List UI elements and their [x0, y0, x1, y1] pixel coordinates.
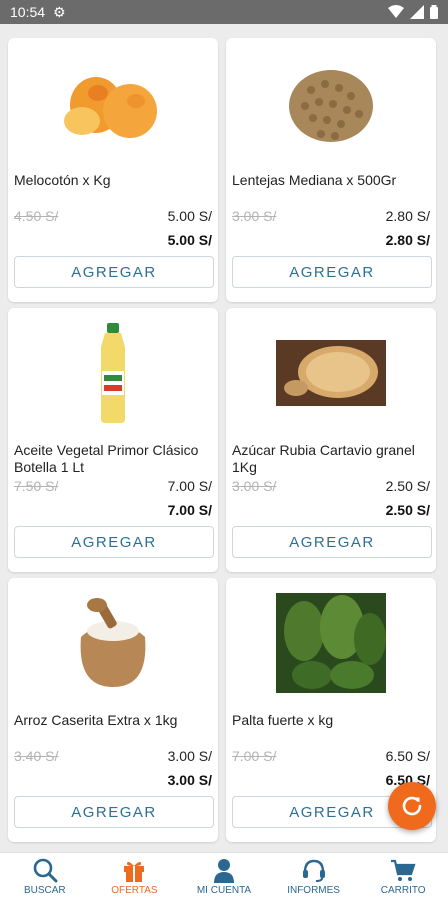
peach-image — [8, 44, 218, 162]
gear-icon: ⚙ — [53, 3, 66, 20]
battery-icon — [430, 5, 438, 19]
product-final-price: 2.80 S/ — [385, 232, 430, 248]
product-final-price: 7.00 S/ — [167, 502, 212, 518]
product-name: Azúcar Rubia Cartavio granel 1Kg — [232, 442, 415, 475]
product-name: Lentejas Mediana x 500Gr — [232, 172, 397, 188]
product-card: Arroz Caserita Extra x 1kg 3.40 S/ 3.00 … — [8, 578, 218, 842]
status-indicators — [388, 5, 438, 19]
nav-item-mi-cuenta[interactable]: MI CUENTA — [179, 853, 269, 900]
product-price: 6.50 S/ — [385, 748, 430, 764]
product-price: 2.80 S/ — [385, 208, 430, 224]
signal-icon — [410, 5, 424, 19]
refresh-button[interactable] — [388, 782, 436, 830]
add-to-cart-button[interactable]: AGREGAR — [14, 256, 214, 288]
product-final-price: 3.00 S/ — [167, 772, 212, 788]
avocado-image — [226, 584, 436, 702]
nav-item-carrito[interactable]: CARRITO — [358, 853, 448, 900]
headset-icon — [301, 857, 327, 883]
nav-label: INFORMES — [287, 885, 340, 896]
add-to-cart-button[interactable]: AGREGAR — [232, 256, 432, 288]
product-final-price: 2.50 S/ — [385, 502, 430, 518]
product-price: 7.00 S/ — [167, 478, 212, 494]
add-to-cart-button[interactable]: AGREGAR — [232, 526, 432, 558]
product-price: 2.50 S/ — [385, 478, 430, 494]
nav-item-buscar[interactable]: BUSCAR — [0, 853, 90, 900]
product-old-price: 3.00 S/ — [232, 208, 277, 224]
lentils-image — [226, 44, 436, 162]
product-old-price: 3.00 S/ — [232, 478, 277, 494]
product-final-price: 5.00 S/ — [167, 232, 212, 248]
product-old-price: 7.00 S/ — [232, 748, 277, 764]
product-old-price: 3.40 S/ — [14, 748, 59, 764]
product-name: Aceite Vegetal Primor Clásico Botella 1 … — [14, 442, 199, 475]
status-time: 10:54 — [10, 4, 46, 20]
product-name: Palta fuerte x kg — [232, 712, 334, 728]
nav-label: MI CUENTA — [196, 885, 252, 896]
nav-item-ofertas[interactable]: OFERTAS — [90, 853, 180, 900]
product-old-price: 4.50 S/ — [14, 208, 59, 224]
product-card: Azúcar Rubia Cartavio granel 1Kg 3.00 S/… — [226, 308, 436, 572]
rice-sack-image — [8, 584, 218, 702]
product-card: Aceite Vegetal Primor Clásico Botella 1 … — [8, 308, 218, 572]
cart-icon — [390, 857, 416, 883]
user-icon — [211, 857, 237, 883]
wifi-icon — [388, 5, 404, 18]
add-to-cart-button[interactable]: AGREGAR — [14, 526, 214, 558]
nav-label: OFERTAS — [111, 885, 158, 896]
status-bar: 10:54 ⚙ — [0, 0, 448, 24]
nav-item-informes[interactable]: INFORMES — [269, 853, 359, 900]
product-card: Melocotón x Kg 4.50 S/ 5.00 S/ 5.00 S/ A… — [8, 38, 218, 302]
product-old-price: 7.50 S/ — [14, 478, 59, 494]
refresh-icon — [402, 796, 422, 816]
search-icon — [32, 857, 58, 883]
oil-bottle-image — [8, 314, 218, 432]
add-to-cart-button[interactable]: AGREGAR — [14, 796, 214, 828]
product-price: 5.00 S/ — [167, 208, 212, 224]
sugar-image — [226, 314, 436, 432]
gift-icon — [121, 857, 147, 883]
nav-label: CARRITO — [380, 885, 426, 896]
product-name: Melocotón x Kg — [14, 172, 111, 188]
bottom-navigation: BUSCAR OFERTAS MI CUENTA INFORMES CARRIT… — [0, 852, 448, 900]
product-name: Arroz Caserita Extra x 1kg — [14, 712, 178, 728]
nav-label: BUSCAR — [23, 885, 66, 896]
product-card: Lentejas Mediana x 500Gr 3.00 S/ 2.80 S/… — [226, 38, 436, 302]
product-price: 3.00 S/ — [167, 748, 212, 764]
